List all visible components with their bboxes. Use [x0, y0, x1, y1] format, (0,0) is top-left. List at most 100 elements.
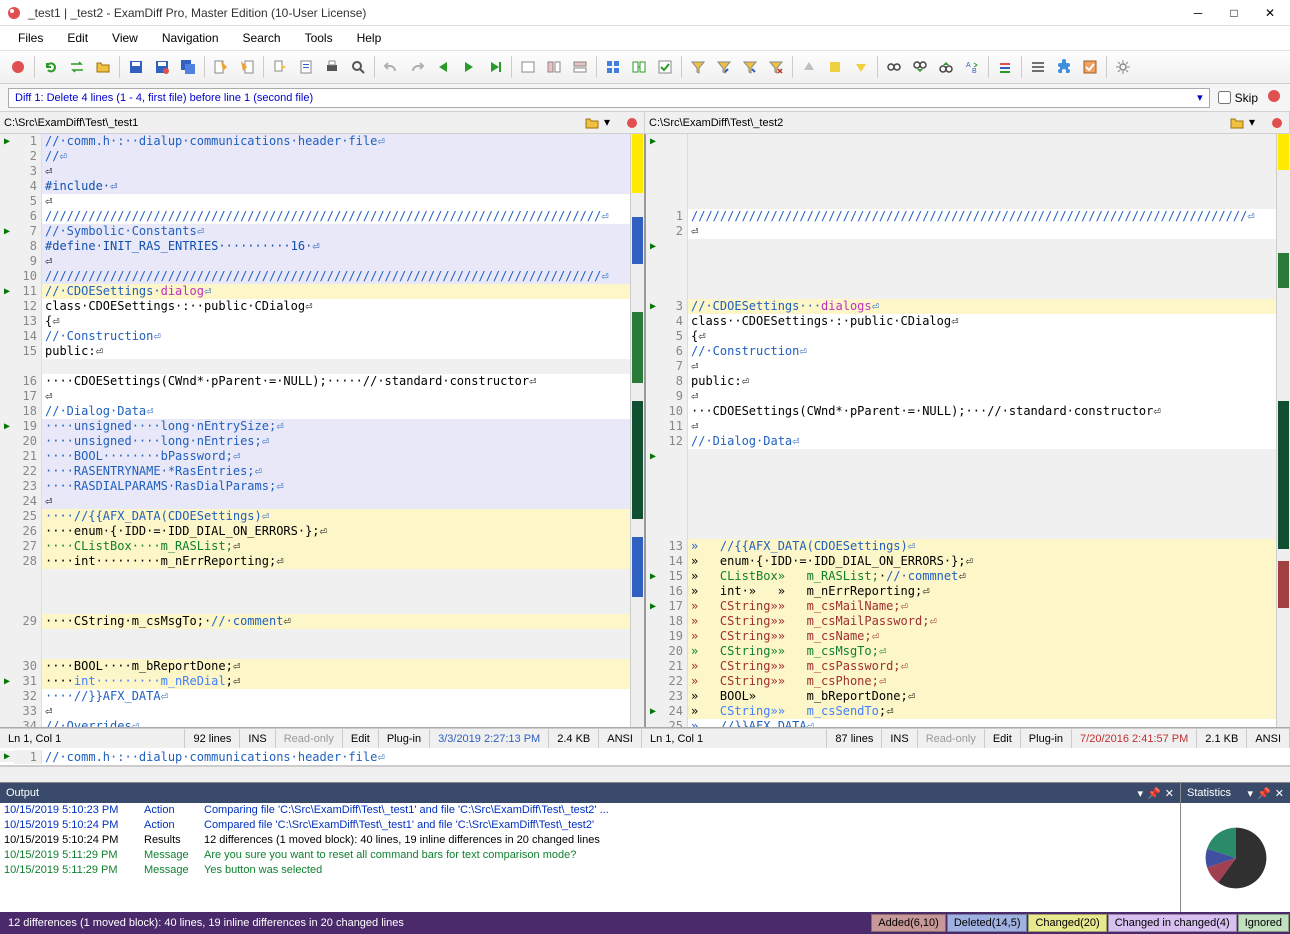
- legend-added[interactable]: Added(6,10): [871, 914, 946, 932]
- preview-icon[interactable]: [346, 55, 370, 79]
- code-line[interactable]: ▶3//·CDOESettings···dialogs⏎: [646, 299, 1276, 314]
- code-line[interactable]: [646, 509, 1276, 524]
- code-line[interactable]: [0, 569, 630, 584]
- code-line[interactable]: 30····BOOL····m_bReportDone;⏎: [0, 659, 630, 674]
- code-line[interactable]: 13» //{{AFX_DATA(CDOESettings)⏎: [646, 539, 1276, 554]
- plugin-icon[interactable]: [1052, 55, 1076, 79]
- code-line[interactable]: ▶: [646, 449, 1276, 464]
- print-icon[interactable]: [320, 55, 344, 79]
- close-button[interactable]: ✕: [1256, 3, 1284, 23]
- legend-changed[interactable]: Changed(20): [1028, 914, 1106, 932]
- menu-view[interactable]: View: [102, 29, 148, 47]
- code-line[interactable]: ▶19····unsigned····long·nEntrySize;⏎: [0, 419, 630, 434]
- settings-gear-icon[interactable]: [1111, 55, 1135, 79]
- code-line[interactable]: ▶1//·comm.h·:··dialup·communications·hea…: [0, 134, 630, 149]
- code-line[interactable]: 16····CDOESettings(CWnd*·pParent·=·NULL)…: [0, 374, 630, 389]
- menu-search[interactable]: Search: [233, 29, 291, 47]
- legend-changed-in-changed[interactable]: Changed in changed(4): [1108, 914, 1237, 932]
- code-line[interactable]: ▶7//·Symbolic·Constants⏎: [0, 224, 630, 239]
- code-line[interactable]: [646, 479, 1276, 494]
- code-line[interactable]: 14//·Construction⏎: [0, 329, 630, 344]
- code-line[interactable]: 4class··CDOESettings·:·public·CDialog⏎: [646, 314, 1276, 329]
- legend-ignored[interactable]: Ignored: [1238, 914, 1289, 932]
- output-pin-icon[interactable]: 📌: [1147, 787, 1161, 800]
- code-line[interactable]: [0, 359, 630, 374]
- code-line[interactable]: 8public:⏎: [646, 374, 1276, 389]
- options-toggle-icon[interactable]: [1078, 55, 1102, 79]
- code-line[interactable]: 33⏎: [0, 704, 630, 719]
- sync-scroll-icon[interactable]: [627, 55, 651, 79]
- legend-deleted[interactable]: Deleted(14,5): [947, 914, 1028, 932]
- single-pane-icon[interactable]: [516, 55, 540, 79]
- diff-report-icon[interactable]: [294, 55, 318, 79]
- code-line[interactable]: [646, 524, 1276, 539]
- check-icon[interactable]: [653, 55, 677, 79]
- output-menu-icon[interactable]: ▾: [1138, 787, 1144, 800]
- copy-file-icon[interactable]: [268, 55, 292, 79]
- replace-icon[interactable]: AB: [960, 55, 984, 79]
- code-line[interactable]: 2⏎: [646, 224, 1276, 239]
- menu-files[interactable]: Files: [8, 29, 53, 47]
- diff-description-combo[interactable]: Diff 1: Delete 4 lines (1 - 4, first fil…: [8, 88, 1210, 108]
- code-line[interactable]: 1///////////////////////////////////////…: [646, 209, 1276, 224]
- code-line[interactable]: 8#define·INIT_RAS_ENTRIES··········16·⏎: [0, 239, 630, 254]
- left-edit[interactable]: Edit: [343, 729, 379, 748]
- nav-up-icon[interactable]: [797, 55, 821, 79]
- output-row[interactable]: 10/15/2019 5:10:24 PMResults12 differenc…: [0, 833, 1180, 848]
- code-line[interactable]: 23····RASDIALPARAMS·RasDialParams;⏎: [0, 479, 630, 494]
- find-next-icon[interactable]: [908, 55, 932, 79]
- swap-icon[interactable]: [65, 55, 89, 79]
- code-line[interactable]: [646, 284, 1276, 299]
- code-line[interactable]: 25» //}}AFX_DATA⏎: [646, 719, 1276, 727]
- code-line[interactable]: 4#include·⏎: [0, 179, 630, 194]
- code-line[interactable]: 15public:⏎: [0, 344, 630, 359]
- save-all-icon[interactable]: [176, 55, 200, 79]
- filter-clear-icon[interactable]: [764, 55, 788, 79]
- filter-left-icon[interactable]: [712, 55, 736, 79]
- code-line[interactable]: 25····//{{AFX_DATA(CDOESettings)⏎: [0, 509, 630, 524]
- code-line[interactable]: 17⏎: [0, 389, 630, 404]
- code-line[interactable]: 28····int·········m_nErrReporting;⏎: [0, 554, 630, 569]
- open-folder-icon[interactable]: [91, 55, 115, 79]
- code-line[interactable]: 27····CListBox····m_RASList;⏎: [0, 539, 630, 554]
- code-line[interactable]: 13{⏎: [0, 314, 630, 329]
- code-line[interactable]: 29····CString·m_csMsgTo;·//·comment⏎: [0, 614, 630, 629]
- code-line[interactable]: [0, 584, 630, 599]
- code-line[interactable]: ▶15» CListBox» m_RASList;·//·commnet⏎: [646, 569, 1276, 584]
- code-line[interactable]: 12class·CDOESettings·:··public·CDialog⏎: [0, 299, 630, 314]
- code-line[interactable]: 9⏎: [0, 254, 630, 269]
- edit-left-icon[interactable]: [209, 55, 233, 79]
- next-diff-icon[interactable]: [457, 55, 481, 79]
- code-line[interactable]: 6//·Construction⏎: [646, 344, 1276, 359]
- left-overview-map[interactable]: [630, 134, 644, 727]
- code-line[interactable]: 10···CDOESettings(CWnd*·pParent·=·NULL);…: [646, 404, 1276, 419]
- stats-menu-icon[interactable]: ▾: [1248, 787, 1254, 800]
- code-line[interactable]: 14» enum·{·IDD·=·IDD_DIAL_ON_ERRORS·};⏎: [646, 554, 1276, 569]
- code-line[interactable]: 23» BOOL» m_bReportDone;⏎: [646, 689, 1276, 704]
- code-line[interactable]: [646, 464, 1276, 479]
- maximize-button[interactable]: □: [1220, 3, 1248, 23]
- right-edit[interactable]: Edit: [985, 729, 1021, 748]
- redo-icon[interactable]: [405, 55, 429, 79]
- filter-icon[interactable]: [686, 55, 710, 79]
- menu-help[interactable]: Help: [347, 29, 392, 47]
- code-line[interactable]: [646, 149, 1276, 164]
- prev-diff-icon[interactable]: [431, 55, 455, 79]
- right-overview-map[interactable]: [1276, 134, 1290, 727]
- dropdown-right-icon[interactable]: ▾: [1249, 115, 1265, 131]
- dropdown-left-icon[interactable]: ▾: [604, 115, 620, 131]
- code-line[interactable]: 19» CString»» m_csName;⏎: [646, 629, 1276, 644]
- undo-icon[interactable]: [379, 55, 403, 79]
- code-line[interactable]: 16» int·» » m_nErrReporting;⏎: [646, 584, 1276, 599]
- code-line[interactable]: 34//·Overrides⏎: [0, 719, 630, 727]
- code-line[interactable]: 9⏎: [646, 389, 1276, 404]
- code-line[interactable]: ▶17» CString»» m_csMailName;⏎: [646, 599, 1276, 614]
- find-prev-icon[interactable]: [934, 55, 958, 79]
- code-line[interactable]: 20» CString»» m_csMsgTo;⏎: [646, 644, 1276, 659]
- code-line[interactable]: [646, 164, 1276, 179]
- code-line[interactable]: 21» CString»» m_csPassword;⏎: [646, 659, 1276, 674]
- code-line[interactable]: 3⏎: [0, 164, 630, 179]
- code-line[interactable]: ▶24» CString»» m_csSendTo;⏎: [646, 704, 1276, 719]
- nav-down-icon[interactable]: [849, 55, 873, 79]
- refresh-icon[interactable]: [39, 55, 63, 79]
